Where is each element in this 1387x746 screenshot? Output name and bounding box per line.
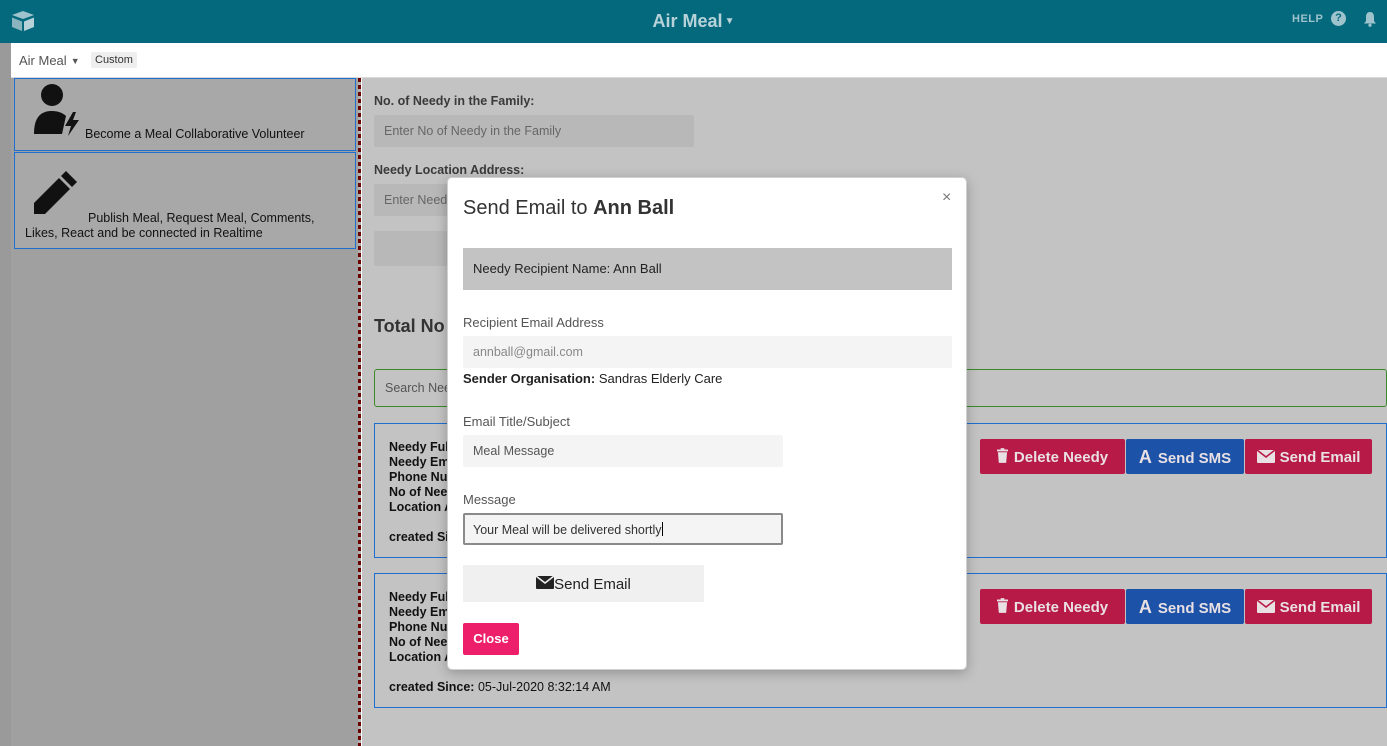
pencil-icon (34, 171, 77, 214)
left-strip (0, 43, 11, 746)
app-title[interactable]: Air Meal ▼ (0, 0, 1387, 43)
message-label: Message (463, 492, 516, 507)
envelope-icon (1256, 599, 1276, 613)
font-icon: A (1138, 597, 1152, 617)
created-label: created Since: (389, 680, 475, 694)
needy-field: Phone Nu (389, 470, 448, 484)
sidebar-card-label: Likes, React and be connected in Realtim… (25, 226, 263, 240)
sender-organisation: Sender Organisation: Sandras Elderly Car… (463, 371, 722, 386)
envelope-icon (1256, 449, 1276, 463)
close-button[interactable]: Close (463, 623, 519, 655)
view-bar: Air Meal ▼ Custom (11, 43, 1387, 78)
close-icon[interactable]: × (942, 189, 951, 207)
delete-needy-button[interactable]: Delete Needy (980, 589, 1125, 624)
modal-title-name: Ann Ball (593, 197, 675, 219)
needy-field: Location A (389, 500, 454, 514)
delete-needy-button[interactable]: Delete Needy (980, 439, 1125, 474)
send-sms-button[interactable]: A Send SMS (1126, 439, 1244, 474)
help-icon[interactable]: ? (1331, 11, 1346, 26)
bell-icon[interactable] (1363, 11, 1377, 27)
button-label: Send SMS (1157, 450, 1232, 467)
subject-label: Email Title/Subject (463, 414, 570, 429)
address-label: Needy Location Address: (374, 163, 525, 177)
custom-tag: Custom (91, 52, 137, 68)
needy-count-input[interactable]: Enter No of Needy in the Family (374, 115, 694, 147)
send-email-button[interactable]: Send Email (1245, 589, 1372, 624)
needy-field: Location A (389, 650, 454, 664)
panel-divider (358, 78, 361, 746)
needy-field: Needy Ful (389, 440, 449, 454)
top-bar: Air Meal ▼ HELP ? (0, 0, 1387, 43)
button-label: Send SMS (1157, 600, 1232, 617)
recipient-name-bar: Needy Recipient Name: Ann Ball (463, 248, 952, 290)
envelope-icon (535, 575, 555, 589)
needy-field: Needy Em (389, 605, 450, 619)
trash-icon (996, 598, 1008, 613)
send-email-modal: Send Email to Ann Ball × Needy Recipient… (447, 177, 967, 670)
view-selector[interactable]: Air Meal ▼ (19, 53, 80, 68)
send-email-button[interactable]: Send Email (1245, 439, 1372, 474)
modal-title: Send Email to Ann Ball (463, 197, 674, 220)
needy-field: No of Nee (389, 635, 448, 649)
needy-field: Phone Nu (389, 620, 448, 634)
needy-field: Needy Ful (389, 590, 449, 604)
button-label: Send Email (554, 576, 631, 593)
message-text: Your Meal will be delivered shortly (473, 523, 662, 537)
created-since: created Since: 05-Jul-2020 8:32:14 AM (389, 680, 611, 694)
sidebar-card-publish[interactable]: Publish Meal, Request Meal, Comments, Li… (14, 152, 356, 249)
button-label: Delete Needy (1013, 449, 1109, 466)
button-label: Delete Needy (1013, 599, 1109, 616)
chevron-down-icon: ▼ (70, 56, 80, 66)
button-label: Send Email (1279, 449, 1361, 466)
subject-input[interactable]: Meal Message (463, 435, 783, 467)
send-email-submit-button[interactable]: Send Email (463, 565, 704, 602)
created-value: 05-Jul-2020 8:32:14 AM (477, 680, 611, 694)
message-input[interactable]: Your Meal will be delivered shortly (463, 513, 783, 545)
page-title: Total No (374, 316, 445, 336)
sidebar-card-label: Become a Meal Collaborative Volunteer (85, 127, 305, 141)
needy-count-label: No. of Needy in the Family: (374, 94, 535, 108)
needy-field: No of Nee (389, 485, 448, 499)
email-address-field[interactable]: annball@gmail.com (463, 336, 952, 368)
sidebar-card-label: Publish Meal, Request Meal, Comments, (88, 211, 315, 225)
sender-label: Sender Organisation: (463, 371, 596, 386)
text-cursor (661, 522, 663, 536)
sender-value: Sandras Elderly Care (598, 371, 723, 386)
send-sms-button[interactable]: A Send SMS (1126, 589, 1244, 624)
help-link[interactable]: HELP (1292, 13, 1323, 25)
font-icon: A (1138, 447, 1152, 467)
needy-field: Needy Em (389, 455, 450, 469)
email-address-label: Recipient Email Address (463, 315, 604, 330)
user-bolt-icon (34, 84, 79, 136)
button-label: Send Email (1279, 599, 1361, 616)
trash-icon (996, 448, 1008, 463)
chevron-down-icon: ▼ (724, 16, 735, 27)
modal-title-prefix: Send Email to (463, 197, 588, 219)
sidebar-card-volunteer[interactable]: Become a Meal Collaborative Volunteer (14, 78, 356, 151)
